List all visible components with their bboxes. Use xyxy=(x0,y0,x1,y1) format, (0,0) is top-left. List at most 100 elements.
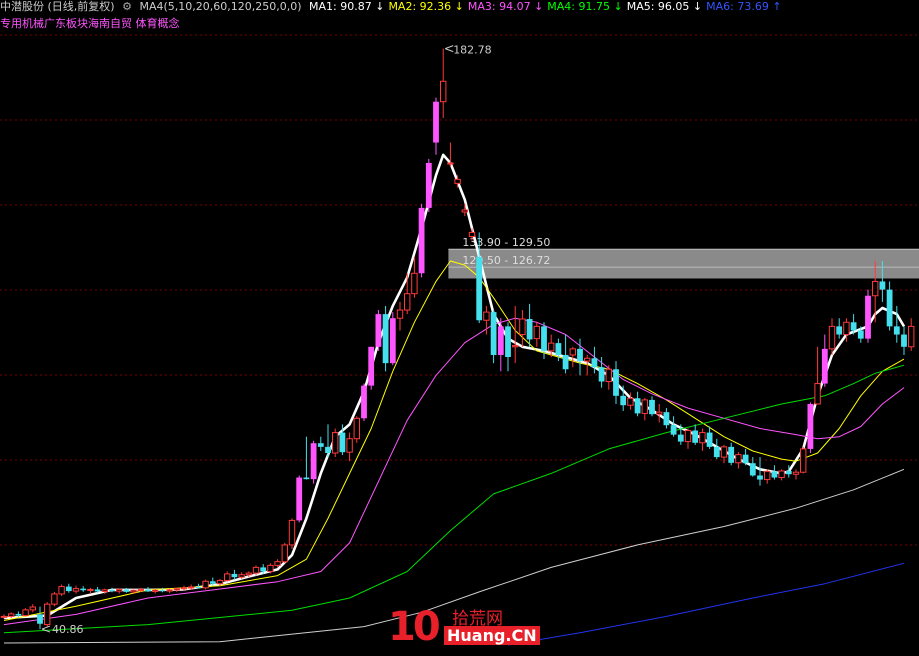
candle-body-106 xyxy=(764,470,771,481)
price-grid xyxy=(0,34,919,546)
candle-78 xyxy=(562,334,569,374)
candle-body-21 xyxy=(152,589,159,592)
watermark-logo: 10 拾荒网 Huang.CN xyxy=(388,604,540,652)
candlestick-chart: 133.90 - 129.50129.50 - 126.72 182.78 40.… xyxy=(0,34,919,646)
candle-body-112 xyxy=(807,403,814,449)
candle-body-113 xyxy=(814,383,821,405)
candle-body-116 xyxy=(836,326,843,335)
candle-body-55 xyxy=(396,309,404,319)
candle-body-90 xyxy=(649,399,655,415)
candle-10 xyxy=(72,585,80,594)
candle-68 xyxy=(490,310,497,364)
candle-body-46 xyxy=(332,432,339,454)
candle-69 xyxy=(497,318,504,372)
ma-legend-6: MA6: 73.69 ↑ xyxy=(706,0,782,13)
gap-zone-2 xyxy=(448,267,919,279)
candle-49 xyxy=(353,416,361,443)
candle-body-98 xyxy=(706,432,713,447)
candle-body-16 xyxy=(116,588,123,592)
candle-74 xyxy=(533,322,540,347)
candle-97 xyxy=(699,428,706,451)
candle-body-63 xyxy=(454,178,461,184)
candle-88 xyxy=(634,391,641,417)
candle-body-23 xyxy=(166,589,173,592)
candle-124 xyxy=(893,305,900,343)
candle-body-0 xyxy=(0,615,8,618)
candle-body-66 xyxy=(476,256,483,321)
ma-legend-4: MA4: 91.75 ↓ xyxy=(547,0,623,13)
low-label: 40.86 xyxy=(52,623,84,636)
candle-body-20 xyxy=(145,589,151,592)
candle-body-89 xyxy=(641,399,648,414)
candle-71 xyxy=(512,305,519,364)
high-marker xyxy=(445,45,454,53)
candle-7 xyxy=(51,591,58,607)
candle-body-10 xyxy=(72,588,80,592)
candle-body-40 xyxy=(288,519,296,546)
candle-body-53 xyxy=(382,314,389,364)
candle-body-85 xyxy=(613,369,619,396)
candle-body-25 xyxy=(180,587,188,590)
candle-body-118 xyxy=(850,322,857,331)
candle-106 xyxy=(764,469,771,484)
candle-6 xyxy=(44,602,51,627)
candle-body-75 xyxy=(541,326,547,351)
candle-53 xyxy=(382,305,389,372)
ma-legend-3: MA3: 94.07 ↓ xyxy=(467,0,544,13)
candle-body-34 xyxy=(245,572,253,576)
candle-body-19 xyxy=(137,588,145,591)
concept-tags: 专用机械广东板块海南自贸 体育概念 xyxy=(0,17,180,30)
candle-61 xyxy=(440,48,447,119)
candle-89 xyxy=(641,397,648,421)
candle-body-120 xyxy=(865,295,871,339)
ma-line-ma2 xyxy=(3,260,905,621)
candle-body-6 xyxy=(44,603,51,626)
candle-120 xyxy=(865,289,871,343)
candle-body-83 xyxy=(598,367,605,382)
candle-101 xyxy=(728,442,735,466)
indicator-settings-icon[interactable]: ⚙ xyxy=(122,0,132,13)
candle-body-32 xyxy=(231,573,238,578)
candle-body-91 xyxy=(656,411,663,415)
candle-body-14 xyxy=(101,589,108,592)
candle-0 xyxy=(0,614,8,619)
candle-62 xyxy=(447,142,454,168)
candle-41 xyxy=(296,475,303,523)
candle-body-17 xyxy=(123,589,130,592)
candle-body-69 xyxy=(497,326,504,355)
candle-body-62 xyxy=(447,162,454,165)
candle-110 xyxy=(792,469,800,480)
candle-70 xyxy=(505,322,511,372)
candle-90 xyxy=(649,396,655,417)
candle-95 xyxy=(684,428,692,449)
candle-body-101 xyxy=(728,446,735,463)
candle-body-35 xyxy=(252,566,260,574)
candle-body-115 xyxy=(828,325,836,350)
candle-43 xyxy=(310,440,317,484)
indicator-name: MA4(5,10,20,60,120,250,0,0) xyxy=(139,0,302,13)
candle-body-114 xyxy=(821,348,828,384)
candle-79 xyxy=(569,346,576,368)
candle-body-77 xyxy=(555,343,562,355)
candle-body-38 xyxy=(274,561,281,566)
low-marker xyxy=(41,625,51,633)
candle-body-95 xyxy=(684,430,692,443)
candle-32 xyxy=(231,569,238,580)
candle-body-1 xyxy=(8,613,15,617)
candle-body-79 xyxy=(569,348,576,356)
chart-header: 中潜股份 (日线,前复权) ⚙ MA4(5,10,20,60,120,250,0… xyxy=(0,0,790,14)
candle-body-12 xyxy=(87,588,94,591)
candle-body-61 xyxy=(440,80,447,103)
candle-body-119 xyxy=(857,330,864,339)
candle-body-26 xyxy=(188,586,195,589)
candle-body-37 xyxy=(267,564,274,572)
candle-8 xyxy=(58,584,65,596)
candle-body-29 xyxy=(209,581,216,584)
candle-108 xyxy=(778,469,785,481)
candle-5 xyxy=(37,606,43,630)
candle-body-68 xyxy=(490,312,497,355)
candle-body-126 xyxy=(908,325,915,348)
candle-11 xyxy=(80,586,87,592)
ma-line-ma1 xyxy=(3,153,906,620)
candle-body-9 xyxy=(65,586,72,592)
